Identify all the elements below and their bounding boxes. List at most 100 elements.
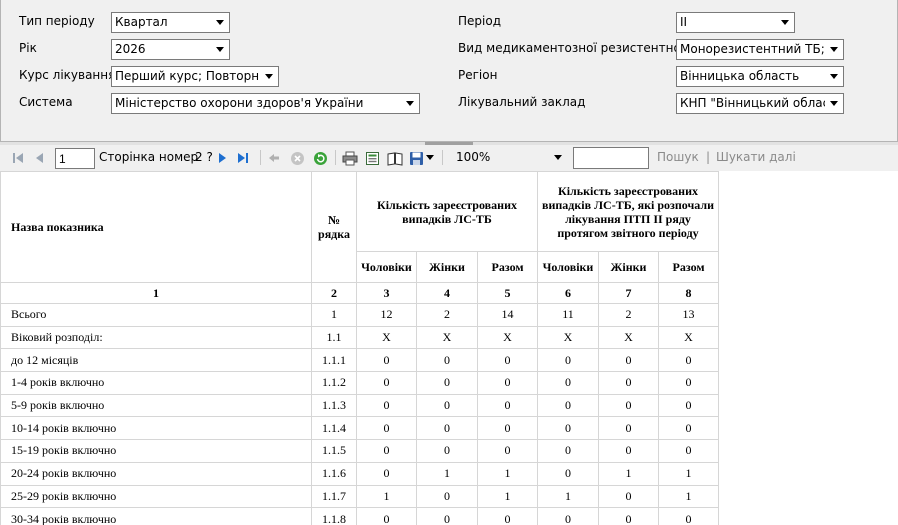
chevron-down-icon[interactable] [826, 40, 843, 59]
value-cell: 0 [356, 393, 417, 418]
value-cell: 1 [658, 484, 719, 509]
value-cell: 0 [356, 348, 417, 373]
value-cell: X [537, 325, 599, 350]
chevron-down-icon[interactable] [826, 67, 843, 86]
page-number-input[interactable] [55, 148, 95, 169]
value-cell: 0 [477, 371, 538, 395]
find-next-button[interactable]: Шукати далі [716, 150, 796, 164]
search-input[interactable] [573, 147, 649, 169]
course-select[interactable]: Перший курс; Повторний [111, 66, 279, 87]
find-button[interactable]: Пошук [657, 150, 699, 164]
stop-icon[interactable] [289, 149, 305, 167]
column-number: 4 [416, 282, 478, 304]
zoom-select[interactable]: 100% [452, 148, 562, 169]
indicator-name-cell: Віковий розподіл: [0, 325, 312, 350]
column-number: 7 [598, 282, 659, 304]
table-row: 5-9 років включно 1.1.3 0 0 0 0 0 0 [0, 393, 719, 418]
value-cell: 0 [477, 348, 538, 373]
header-indicator-name: Назва показника [0, 171, 312, 283]
facility-select[interactable]: КНП "Вінницький обласни [676, 93, 844, 114]
value-cell: 0 [658, 371, 719, 395]
value-cell: 0 [477, 416, 538, 441]
region-select[interactable]: Вінницька область [676, 66, 844, 87]
period-value: II [680, 15, 688, 29]
row-number-cell: 1.1.3 [311, 393, 357, 418]
table-row: 25-29 років включно 1.1.7 1 0 1 1 0 1 [0, 484, 719, 509]
indicator-name-cell: до 12 місяців [0, 348, 312, 373]
page-setup-icon[interactable] [386, 149, 403, 167]
value-cell: 0 [416, 484, 478, 509]
period-type-label: Тип періоду [19, 14, 95, 28]
row-number-cell: 1.1 [311, 325, 357, 350]
period-select[interactable]: II [676, 12, 795, 33]
value-cell: X [598, 325, 659, 350]
print-icon[interactable] [341, 149, 358, 167]
value-cell: 0 [477, 439, 538, 463]
column-number: 1 [0, 282, 312, 304]
value-cell: 0 [598, 348, 659, 373]
year-select[interactable]: 2026 [111, 39, 230, 60]
table-row: до 12 місяців 1.1.1 0 0 0 0 0 0 [0, 348, 719, 373]
value-cell: 0 [416, 507, 478, 525]
row-number-cell: 1.1.7 [311, 484, 357, 509]
value-cell: 0 [416, 393, 478, 418]
header-total: Разом [477, 251, 538, 283]
export-save-icon[interactable] [408, 149, 425, 167]
chevron-down-icon[interactable] [777, 13, 794, 32]
facility-value: КНП "Вінницький обласни [680, 96, 825, 110]
system-select[interactable]: Міністерство охорони здоров'я України [111, 93, 420, 114]
table-row: 30-34 років включно 1.1.8 0 0 0 0 0 0 [0, 507, 719, 525]
value-cell: 11 [537, 303, 599, 327]
header-row-number: № рядка [311, 171, 357, 283]
chevron-down-icon[interactable] [212, 40, 229, 59]
value-cell: 0 [416, 348, 478, 373]
last-page-icon[interactable] [235, 149, 251, 167]
value-cell: 1 [356, 484, 417, 509]
previous-page-icon[interactable] [32, 149, 48, 167]
export-dropdown-chevron-down-icon[interactable] [425, 149, 435, 167]
value-cell: 1 [598, 461, 659, 486]
next-page-icon[interactable] [214, 149, 230, 167]
chevron-down-icon[interactable] [402, 94, 419, 113]
value-cell: 1 [416, 461, 478, 486]
value-cell: 13 [658, 303, 719, 327]
header-women: Жінки [416, 251, 478, 283]
report-viewer: Назва показника № рядка Кількість зареєс… [0, 171, 898, 525]
value-cell: 0 [658, 348, 719, 373]
value-cell: 2 [416, 303, 478, 327]
period-type-value: Квартал [115, 15, 168, 29]
resistance-select[interactable]: Монорезистентний ТБ; Ізон [676, 39, 844, 60]
value-cell: 0 [598, 484, 659, 509]
value-cell: 0 [658, 416, 719, 441]
value-cell: 0 [416, 416, 478, 441]
period-label: Період [458, 14, 501, 28]
chevron-down-icon[interactable] [826, 94, 843, 113]
value-cell: 0 [356, 371, 417, 395]
row-number-cell: 1.1.6 [311, 461, 357, 486]
chevron-down-icon[interactable] [261, 67, 278, 86]
value-cell: 0 [537, 348, 599, 373]
value-cell: 1 [537, 484, 599, 509]
column-number: 6 [537, 282, 599, 304]
chevron-down-icon[interactable] [554, 155, 562, 160]
value-cell: 12 [356, 303, 417, 327]
value-cell: 1 [477, 461, 538, 486]
refresh-icon[interactable] [312, 149, 328, 167]
course-value: Перший курс; Повторний [115, 69, 260, 83]
period-type-select[interactable]: Квартал [111, 12, 230, 33]
column-number: 8 [658, 282, 719, 304]
indicator-name-cell: Всього [0, 303, 312, 327]
chevron-down-icon[interactable] [212, 13, 229, 32]
first-page-icon[interactable] [10, 149, 26, 167]
indicator-name-cell: 5-9 років включно [0, 393, 312, 418]
zoom-value: 100% [456, 150, 491, 164]
value-cell: 2 [598, 303, 659, 327]
system-value: Міністерство охорони здоров'я України [115, 96, 364, 110]
back-arrow-icon[interactable] [266, 149, 282, 167]
table-row: Всього 1 12 2 14 11 2 13 [0, 303, 719, 327]
value-cell: 0 [416, 439, 478, 463]
print-layout-icon[interactable] [364, 149, 381, 167]
column-number: 3 [356, 282, 417, 304]
value-cell: 0 [537, 439, 599, 463]
row-number-cell: 1.1.1 [311, 348, 357, 373]
